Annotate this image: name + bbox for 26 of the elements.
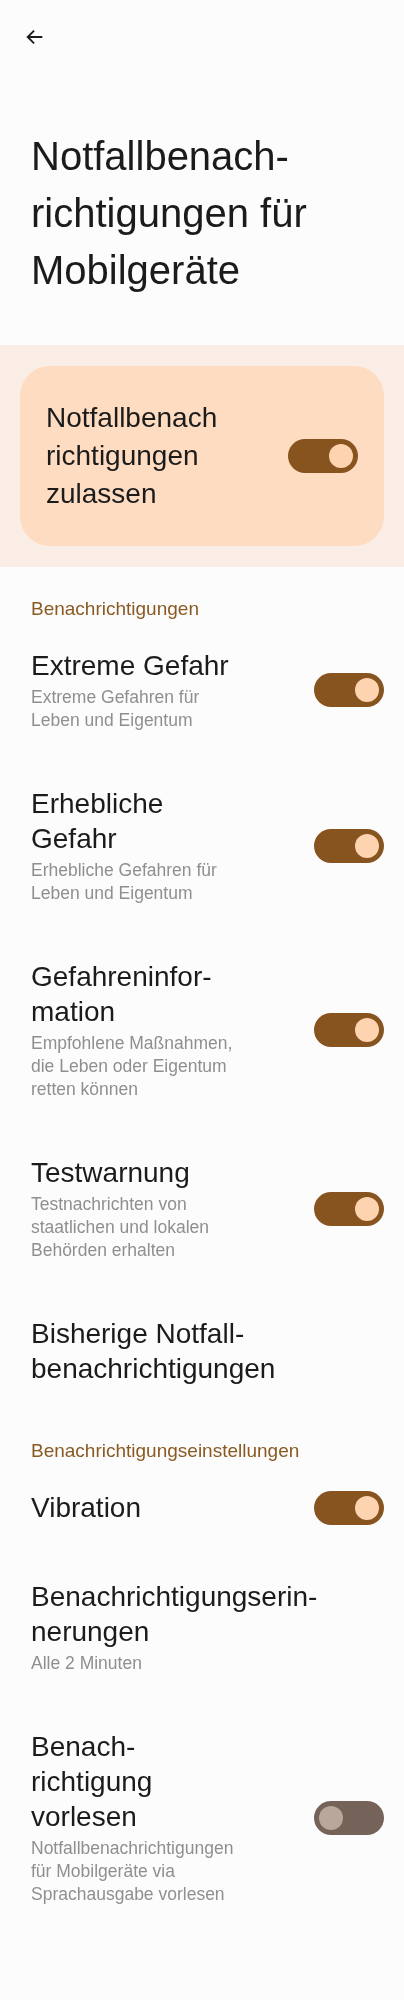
toggle-switch[interactable] <box>314 1800 384 1835</box>
setting-title: Benachrichtigungserin- nerungen <box>31 1580 318 1649</box>
toggle-switch[interactable] <box>314 1490 384 1525</box>
master-toggle-card[interactable]: Notfallbenach richtigungen zulassen <box>20 366 384 546</box>
setting-title: Erhebliche Gefahr <box>31 787 165 856</box>
setting-title: Testwarnung <box>31 1156 191 1190</box>
setting-description: Extreme Gefahren für Leben und Eigentum <box>31 686 201 732</box>
setting-title: Extreme Gefahr <box>31 649 229 683</box>
setting-title: Gefahreninfor- mation <box>31 960 213 1029</box>
setting-description: Empfohlene Maßnahmen, die Leben oder Eigentum retten können <box>31 1032 233 1101</box>
toggle-switch[interactable] <box>288 439 358 473</box>
setting-title: Bisherige Notfall- benachrichtigungen <box>31 1317 276 1386</box>
setting-title: Vibration <box>31 1491 141 1525</box>
setting-description: Notfallbenachrichtigungen für Mobilgeräte via Sprachausgabe vorlesen <box>31 1837 234 1906</box>
setting-description: Erhebliche Gefahren für Leben und Eigentum <box>31 859 217 905</box>
master-toggle-label: Notfallbenach richtigungen zulassen <box>46 401 218 511</box>
setting-title: Benach- richtigung vorlesen <box>31 1730 154 1834</box>
page-title: Notfallbenach- richtigungen für Mobilgeräte <box>30 133 308 294</box>
section-header: Benachrichtigungseinstellungen <box>30 1439 301 1463</box>
toggle-switch[interactable] <box>314 1191 384 1226</box>
setting-description: Testnachrichten von staatlichen und lokalen Behörden erhalten <box>31 1193 210 1262</box>
setting-description: Alle 2 Minuten <box>31 1652 143 1675</box>
toggle-switch[interactable] <box>314 673 384 707</box>
toggle-switch[interactable] <box>314 1013 384 1047</box>
toggle-switch[interactable] <box>314 828 384 863</box>
section-header: Benachrichtigungen <box>30 597 200 621</box>
